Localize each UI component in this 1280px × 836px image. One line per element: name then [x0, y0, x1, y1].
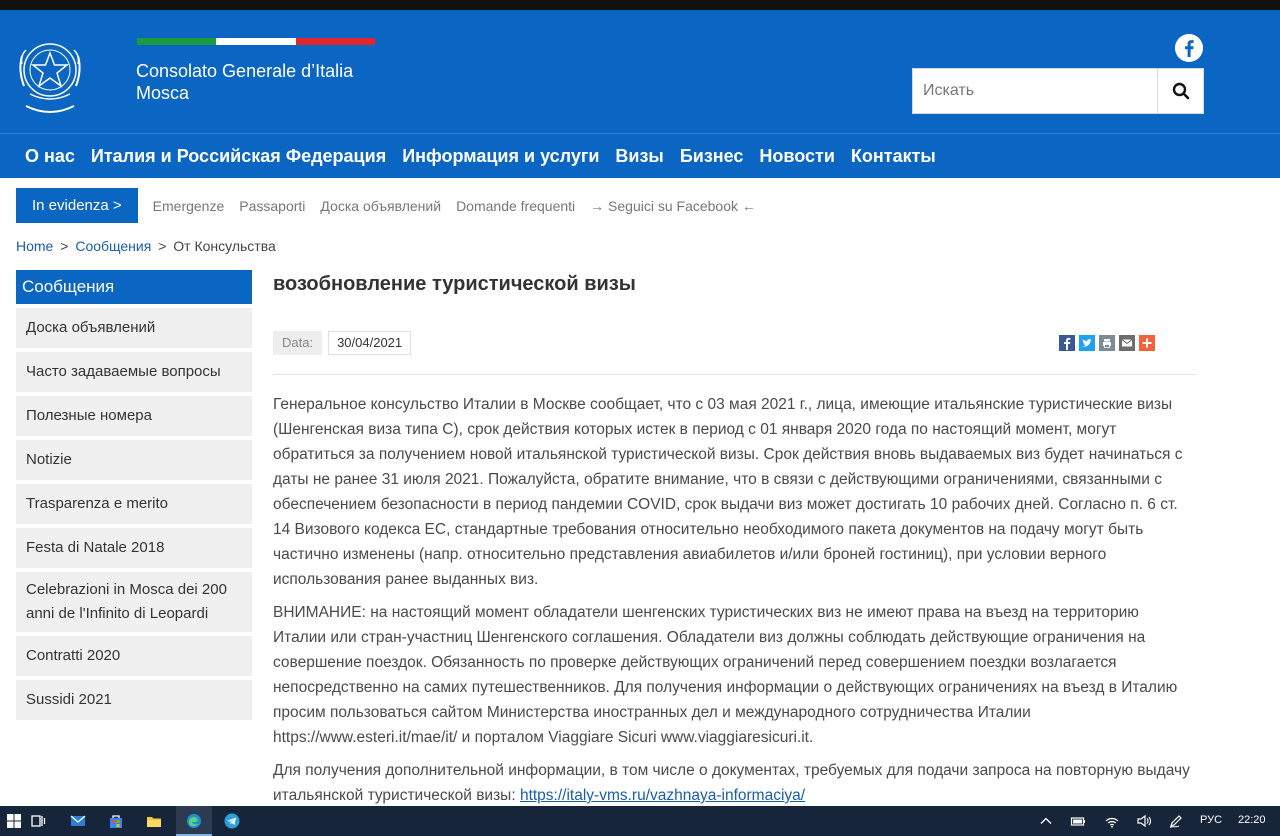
- sidebar-item-useful-numbers[interactable]: Полезные номера: [16, 396, 252, 436]
- sidebar-item-faq[interactable]: Часто задаваемые вопросы: [16, 352, 252, 392]
- facebook-icon[interactable]: [1175, 34, 1203, 62]
- sidebar-item-trasparenza[interactable]: Trasparenza e merito: [16, 484, 252, 524]
- sidebar-item-contratti[interactable]: Contratti 2020: [16, 636, 252, 676]
- page-title: возобновление туристической визы: [273, 273, 636, 295]
- breadcrumb-separator: >: [60, 238, 69, 254]
- windows-taskbar: РУС 22:20: [0, 806, 1280, 836]
- subnav-link-facebook[interactable]: → Seguici su Facebook ←: [590, 198, 756, 214]
- breadcrumb-separator: >: [158, 238, 167, 254]
- share-buttons: [1055, 335, 1155, 351]
- file-explorer-icon[interactable]: [146, 813, 162, 829]
- article: возобновление туристической визы Data: 3…: [273, 270, 1195, 808]
- nav-item-info-services[interactable]: Информация и услуги: [402, 146, 599, 167]
- windows-start-icon[interactable]: [6, 813, 22, 829]
- store-icon[interactable]: [108, 813, 124, 829]
- sidebar-item-sussidi[interactable]: Sussidi 2021: [16, 680, 252, 720]
- subnav-link-passaporti[interactable]: Passaporti: [239, 198, 305, 214]
- italian-flag-stripe: [137, 38, 375, 45]
- sidebar-title[interactable]: Сообщения: [16, 270, 252, 304]
- nav-item-visas[interactable]: Визы: [615, 146, 663, 167]
- in-evidenza-button[interactable]: In evidenza >: [16, 188, 138, 223]
- divider: [273, 374, 1195, 375]
- nav-item-about[interactable]: О нас: [25, 146, 75, 167]
- site-title[interactable]: Consolato Generale d’Italia Mosca: [136, 60, 353, 104]
- article-body: Генеральное консульство Италии в Москве …: [273, 392, 1195, 808]
- main-navigation: О нас Италия и Российская Федерация Инфо…: [0, 133, 1280, 178]
- search-icon: [1172, 82, 1189, 100]
- facebook-icon[interactable]: [1059, 335, 1075, 351]
- subnav-link-emergenze[interactable]: Emergenze: [153, 198, 225, 214]
- sidebar-item-notice-board[interactable]: Доска объявлений: [16, 308, 252, 348]
- telegram-icon[interactable]: [224, 813, 240, 829]
- date-label: Data:: [273, 331, 323, 355]
- subnav-link-faq[interactable]: Domande frequenti: [456, 198, 575, 214]
- breadcrumb-current: От Консульства: [173, 238, 276, 254]
- article-paragraph-3: Для получения дополнительной информации,…: [273, 758, 1195, 808]
- pen-icon[interactable]: [1168, 813, 1184, 829]
- sidebar-item-notizie[interactable]: Notizie: [16, 440, 252, 480]
- flag-green: [137, 38, 217, 45]
- nav-item-business[interactable]: Бизнес: [680, 146, 744, 167]
- nav-item-italy-russia[interactable]: Италия и Российская Федерация: [91, 146, 386, 167]
- edge-browser-icon[interactable]: [186, 813, 202, 829]
- twitter-icon[interactable]: [1079, 335, 1095, 351]
- date-value: 30/04/2021: [328, 331, 412, 355]
- breadcrumb-section[interactable]: Сообщения: [75, 238, 151, 254]
- chevron-up-icon[interactable]: [1038, 813, 1054, 829]
- search-box: [912, 68, 1204, 114]
- sidebar-item-festa-natale[interactable]: Festa di Natale 2018: [16, 528, 252, 568]
- breadcrumb: Home > Сообщения > От Консульства: [16, 238, 276, 254]
- article-paragraph-1: Генеральное консульство Италии в Москве …: [273, 396, 1183, 588]
- mail-icon[interactable]: [70, 813, 86, 829]
- print-icon[interactable]: [1099, 335, 1115, 351]
- wifi-icon[interactable]: [1104, 813, 1120, 829]
- site-title-line2: Mosca: [136, 83, 190, 103]
- site-header: Consolato Generale d’Italia Mosca: [0, 10, 1280, 133]
- task-view-icon[interactable]: [30, 813, 46, 829]
- top-black-bar: [0, 0, 1280, 10]
- sidebar-item-leopardi[interactable]: Celebrazioni in Mosca dei 200 anni de l'…: [16, 572, 252, 632]
- italian-republic-emblem-icon[interactable]: [16, 26, 84, 126]
- volume-icon[interactable]: [1136, 813, 1152, 829]
- nav-item-news[interactable]: Новости: [759, 146, 834, 167]
- email-icon[interactable]: [1119, 335, 1135, 351]
- breadcrumb-home[interactable]: Home: [16, 238, 53, 254]
- language-indicator[interactable]: РУС: [1200, 814, 1222, 826]
- italy-vms-link[interactable]: https://italy-vms.ru/vazhnaya-informaciy…: [520, 787, 805, 804]
- battery-icon[interactable]: [1070, 813, 1086, 829]
- article-meta: Data: 30/04/2021: [273, 330, 1195, 356]
- flag-white: [216, 38, 296, 45]
- article-paragraph-2: ВНИМАНИЕ: на настоящий момент обладатели…: [273, 604, 1178, 746]
- highlights-bar: In evidenza > Emergenze Passaporti Доска…: [16, 188, 756, 223]
- nav-item-contacts[interactable]: Контакты: [851, 146, 936, 167]
- search-input[interactable]: [913, 69, 1157, 113]
- plus-icon[interactable]: [1139, 335, 1155, 351]
- site-title-line1: Consolato Generale d’Italia: [136, 61, 354, 81]
- sidebar: Сообщения Доска объявлений Часто задавае…: [16, 270, 252, 720]
- clock[interactable]: 22:20: [1238, 814, 1266, 826]
- flag-red: [295, 38, 375, 45]
- search-button[interactable]: [1157, 69, 1203, 113]
- subnav-link-notice-board[interactable]: Доска объявлений: [320, 198, 441, 214]
